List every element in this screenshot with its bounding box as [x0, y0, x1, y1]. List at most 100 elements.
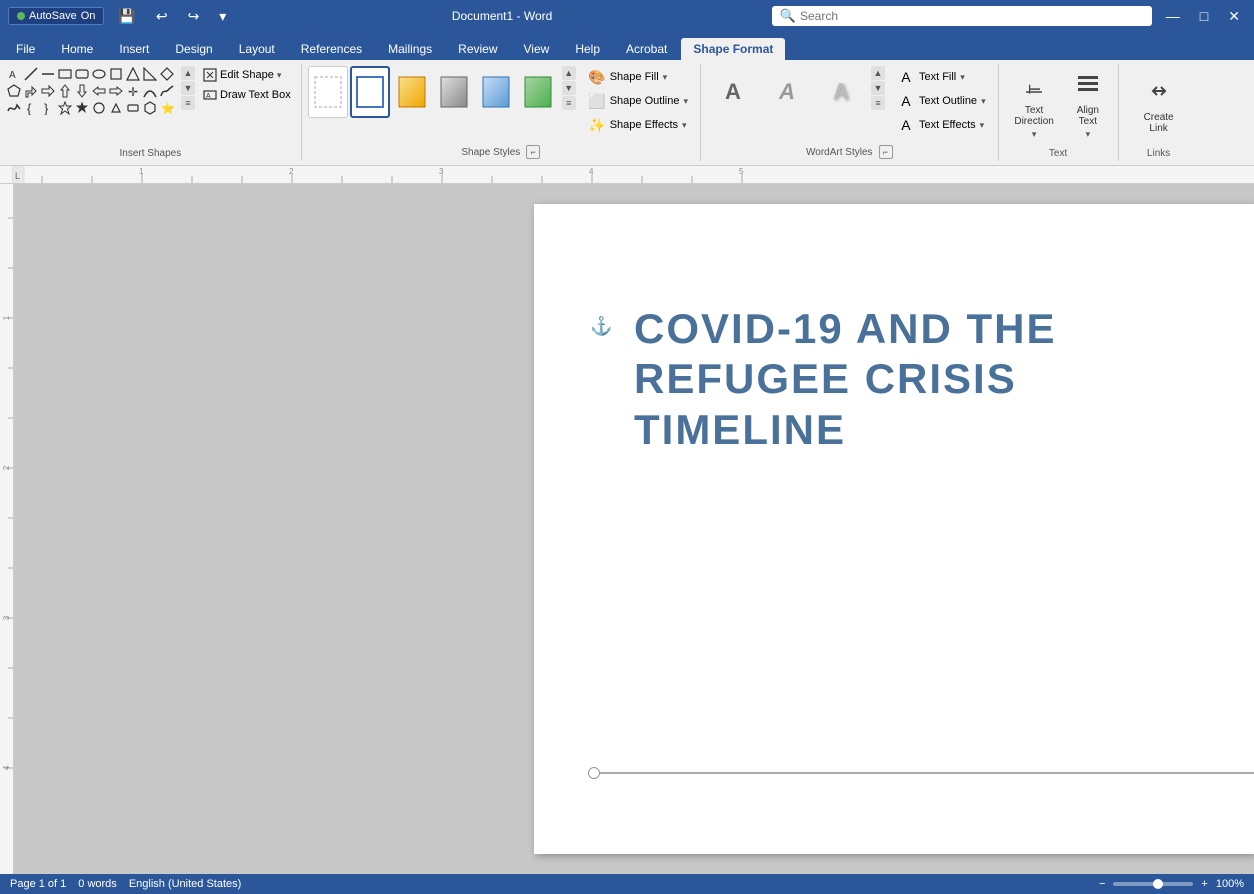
draw-text-box-button[interactable]: A Draw Text Box [199, 86, 295, 104]
tab-review[interactable]: Review [446, 38, 509, 60]
wordart-dialog-launcher[interactable]: ⌐ [879, 145, 893, 159]
text-fill-icon: A [897, 68, 915, 86]
shape-rounded-rect-icon[interactable] [74, 66, 90, 82]
redo-button[interactable]: ↪ [182, 6, 206, 27]
shape-rbrace-icon[interactable]: } [40, 100, 56, 116]
shape-rtri-icon[interactable] [142, 66, 158, 82]
shape-lbrace-icon[interactable]: { [23, 100, 39, 116]
autosave-button[interactable]: AutoSave On [8, 7, 104, 25]
minimize-button[interactable]: — [1160, 6, 1186, 26]
zoom-in-button[interactable]: + [1201, 878, 1207, 890]
shape-freeform-icon[interactable] [159, 83, 175, 99]
shape-darrow-icon[interactable] [74, 83, 90, 99]
tab-home[interactable]: Home [49, 38, 105, 60]
shapes-scroll-more[interactable]: ≡ [181, 96, 195, 110]
wordart-scroll-up[interactable]: ▲ [871, 66, 885, 80]
align-text-button[interactable]: Align Text ▾ [1066, 66, 1110, 144]
text-outline-button[interactable]: A Text Outline ▾ [891, 90, 992, 112]
shape-4arrow-icon[interactable]: ✛ [125, 83, 141, 99]
tab-references[interactable]: References [289, 38, 374, 60]
styles-scroll-more[interactable]: ≡ [562, 96, 576, 110]
shape-star2-icon[interactable] [74, 100, 90, 116]
shape-style-gold[interactable] [392, 66, 432, 118]
shape-extra1-icon[interactable] [91, 100, 107, 116]
tab-file[interactable]: File [4, 38, 47, 60]
shape-rect2-icon[interactable] [108, 66, 124, 82]
shape-diamond-icon[interactable] [159, 66, 175, 82]
zoom-slider[interactable] [1113, 882, 1193, 886]
shape-extra5-icon[interactable]: ⭐ [159, 100, 175, 116]
undo-button[interactable]: ↩ [150, 6, 174, 27]
shape-uarrow-icon[interactable] [57, 83, 73, 99]
shape-style-blue[interactable] [350, 66, 390, 118]
shape-star-icon[interactable] [57, 100, 73, 116]
shape-fill-button[interactable]: 🎨 Shape Fill ▾ [582, 66, 694, 88]
shape-pentagon-icon[interactable] [6, 83, 22, 99]
wordart-scroll-more[interactable]: ≡ [871, 96, 885, 110]
edit-shape-icon [203, 68, 217, 82]
page-info: Page 1 of 1 [10, 878, 66, 890]
document-area[interactable]: ⚓ COVID-19 AND THE REFUGEE CRISIS TIMELI… [14, 184, 1254, 874]
wordart-style-1[interactable]: A [707, 66, 759, 118]
title-line2: REFUGEE CRISIS TIMELINE [634, 355, 1017, 452]
shape-extra3-icon[interactable] [125, 100, 141, 116]
shape-style-green[interactable] [518, 66, 558, 118]
shape-scribble-icon[interactable] [6, 100, 22, 116]
tab-layout[interactable]: Layout [227, 38, 287, 60]
tab-design[interactable]: Design [163, 38, 224, 60]
format-shape-dialog-launcher[interactable]: ⌐ [526, 145, 540, 159]
text-effects-button[interactable]: A Text Effects ▾ [891, 114, 992, 136]
shape-larrow-icon[interactable] [91, 83, 107, 99]
timeline-handle[interactable] [588, 767, 600, 779]
shape-extra4-icon[interactable] [142, 100, 158, 116]
shape-line2-icon[interactable] [40, 66, 56, 82]
text-direction-button[interactable]: T Text Direction ▾ [1006, 66, 1061, 144]
shape-line-icon[interactable] [23, 66, 39, 82]
wordart-style-3[interactable]: A [815, 66, 867, 118]
ruler-horizontal: 1 2 3 4 5 L [0, 166, 1254, 184]
tab-view[interactable]: View [512, 38, 562, 60]
text-fill-button[interactable]: A Text Fill ▾ [891, 66, 992, 88]
tab-acrobat[interactable]: Acrobat [614, 38, 679, 60]
shape-rect-icon[interactable] [57, 66, 73, 82]
edit-shape-button[interactable]: Edit Shape ▾ [199, 66, 295, 84]
autosave-label: AutoSave [29, 10, 77, 22]
shape-outline-button[interactable]: ⬜ Shape Outline ▾ [582, 90, 694, 112]
close-button[interactable]: ✕ [1222, 6, 1246, 27]
shape-bent-arrow-icon[interactable] [23, 83, 39, 99]
customize-qat-button[interactable]: ▾ [213, 6, 232, 27]
styles-scroll-down[interactable]: ▼ [562, 81, 576, 95]
shape-style-blue2[interactable] [476, 66, 516, 118]
save-button[interactable]: 💾 [112, 6, 141, 27]
shapes-grid: A ✛ [6, 66, 175, 116]
styles-scroll-up[interactable]: ▲ [562, 66, 576, 80]
shape-text-icon[interactable]: A [6, 66, 22, 82]
search-input[interactable] [800, 9, 1144, 23]
shape-arrow-icon[interactable] [40, 83, 56, 99]
maximize-button[interactable]: □ [1194, 6, 1214, 26]
main-area: 1 2 3 4 ⚓ COVID-1 [0, 184, 1254, 874]
svg-text:3: 3 [2, 615, 11, 620]
wordart-scroll-down[interactable]: ▼ [871, 81, 885, 95]
align-text-icon [1074, 70, 1102, 103]
wordart-style-2[interactable]: A [761, 66, 813, 118]
tab-insert[interactable]: Insert [107, 38, 161, 60]
shapes-scroll-up[interactable]: ▲ [181, 66, 195, 80]
shape-style-none[interactable] [308, 66, 348, 118]
shape-curve-icon[interactable] [142, 83, 158, 99]
create-link-button[interactable]: Create Link [1136, 73, 1182, 138]
shape-ellipse-icon[interactable] [91, 66, 107, 82]
tab-help[interactable]: Help [563, 38, 612, 60]
tab-mailings[interactable]: Mailings [376, 38, 444, 60]
shape-effects-dropdown-icon: ▾ [682, 120, 687, 131]
shape-tri-icon[interactable] [125, 66, 141, 82]
shape-extra2-icon[interactable] [108, 100, 124, 116]
shapes-scroll-down[interactable]: ▼ [181, 81, 195, 95]
shape-effects-button[interactable]: ✨ Shape Effects ▾ [582, 114, 694, 136]
svg-text:4: 4 [589, 167, 594, 176]
tab-shape-format[interactable]: Shape Format [681, 38, 785, 60]
statusbar-right: − + 100% [1099, 878, 1244, 890]
shape-style-gray[interactable] [434, 66, 474, 118]
zoom-out-button[interactable]: − [1099, 878, 1105, 890]
shape-rarrow-icon[interactable] [108, 83, 124, 99]
